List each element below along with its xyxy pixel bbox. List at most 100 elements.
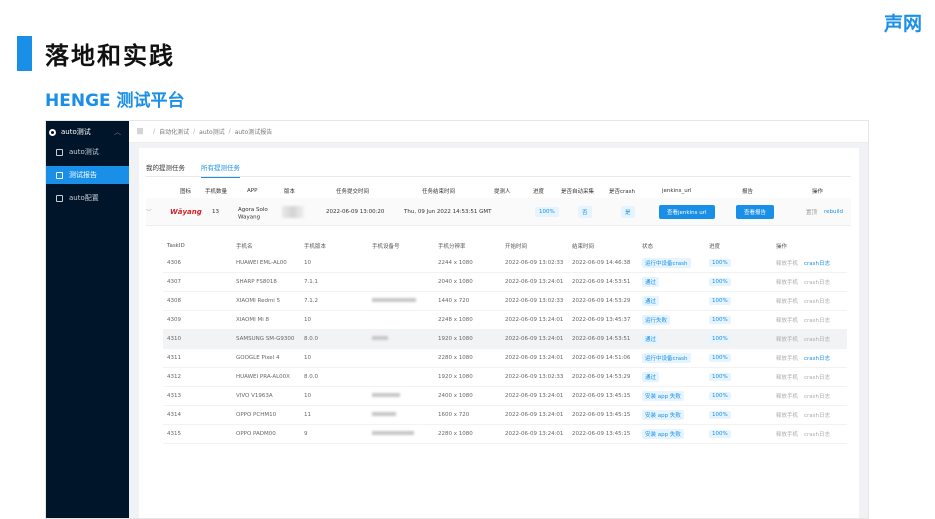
release-phone-link[interactable]: 释放手机: [776, 430, 798, 438]
release-phone-link[interactable]: 释放手机: [776, 316, 798, 324]
cell-id: 4315: [167, 431, 181, 437]
app-screenshot: auto测试 ︿ auto测试 测试报告 auto配置 ||| / 自动化测试 …: [45, 120, 869, 519]
cell-ver: 8.0.0: [304, 336, 318, 342]
release-phone-link[interactable]: 释放手机: [776, 373, 798, 381]
cell-start: 2022-06-09 13:02:33: [505, 260, 564, 266]
sidebar-root[interactable]: auto测试 ︿: [46, 121, 129, 143]
device-row[interactable]: 4313 VIVO V1963A 10 2400 x 1080 2022-06-09 1…: [163, 387, 847, 406]
device-table-header: TaskID 手机名 手机版本 手机设备号 手机分辨率 开始时间 结束时间 状态…: [163, 238, 847, 254]
sidebar-item-auto-config[interactable]: auto配置: [46, 189, 129, 207]
device-row[interactable]: 4311 GOOGLE Pixel 4 10 2280 x 1080 2022-06-0…: [163, 349, 847, 368]
release-phone-link[interactable]: 释放手机: [776, 354, 798, 362]
sidebar-item-label: 测试报告: [69, 171, 97, 179]
column-header: 版本: [284, 189, 296, 195]
cell-id: 4310: [167, 336, 181, 342]
device-row[interactable]: 4309 XIAOMI Mi 8 10 2248 x 1080 2022-06-09 1…: [163, 311, 847, 330]
sidebar-item-label: auto测试: [69, 148, 99, 156]
column-header: 提测人: [494, 189, 511, 195]
sidebar-item-auto-test[interactable]: auto测试: [46, 143, 129, 161]
progress-badge: 100%: [535, 206, 559, 217]
crash-log-link[interactable]: crash日志: [804, 297, 830, 305]
column-header: 是否自动采集: [561, 189, 595, 195]
cell-id: 4306: [167, 260, 181, 266]
status-badge: 运行中设备crash: [642, 258, 691, 268]
crash-log-link[interactable]: crash日志: [804, 411, 830, 419]
cell-end: 2022-06-09 13:45:15: [572, 431, 631, 437]
breadcrumb-item[interactable]: auto测试: [199, 127, 225, 136]
crash-log-link[interactable]: crash日志: [804, 354, 830, 362]
cell-ver: 7.1.1: [304, 279, 318, 285]
release-phone-link[interactable]: 释放手机: [776, 335, 798, 343]
cell-end: 2022-06-09 14:53:29: [572, 374, 631, 380]
cell-name: XIAOMI Redmi 5: [236, 298, 281, 304]
progress-badge: 100%: [709, 316, 731, 324]
breadcrumb: ||| / 自动化测试 / auto测试 / auto测试报告: [129, 121, 868, 143]
column-header: 手机数量: [205, 189, 228, 195]
auto-collect-badge: 否: [578, 205, 592, 218]
release-phone-link[interactable]: 释放手机: [776, 297, 798, 305]
cell-start: 2022-06-09 13:24:01: [505, 336, 564, 342]
progress-badge: 100%: [709, 411, 731, 419]
progress-badge: 100%: [709, 335, 731, 343]
crash-log-link[interactable]: crash日志: [804, 278, 830, 286]
cell-ver: 10: [304, 355, 311, 361]
view-report-button[interactable]: 查看报告: [736, 204, 775, 219]
cell-res: 1600 x 720: [438, 412, 470, 418]
column-header: 任务结束时间: [422, 189, 456, 195]
crash-log-link[interactable]: crash日志: [804, 335, 830, 343]
crash-log-link[interactable]: crash日志: [804, 373, 830, 381]
release-phone-link[interactable]: 释放手机: [776, 278, 798, 286]
document-icon: [56, 194, 63, 202]
jenkins-url-button[interactable]: 查看jenkins url: [659, 204, 715, 219]
device-id-redacted: [372, 393, 400, 399]
cell-end: 2022-06-09 14:53:29: [572, 298, 631, 304]
release-phone-link[interactable]: 释放手机: [776, 259, 798, 267]
cell-name: OPPO PCHM10: [236, 412, 277, 418]
device-row[interactable]: 4307 SHARP FS8018 7.1.1 2040 x 1080 2022-06-…: [163, 273, 847, 292]
pin-link[interactable]: 置顶: [806, 208, 817, 216]
cell-ver: 10: [304, 260, 311, 266]
cell-start: 2022-06-09 13:02:33: [505, 374, 564, 380]
device-row[interactable]: 4314 OPPO PCHM10 11 1600 x 720 2022-06-09 13…: [163, 406, 847, 425]
device-id-redacted: [372, 298, 416, 304]
cell-end: 2022-06-09 13:45:15: [572, 412, 631, 418]
task-row[interactable]: ﹀ Wāyang 13 Agora Solo Wayang 2022-06-09…: [146, 198, 851, 226]
expand-chevron-icon[interactable]: ﹀: [146, 208, 152, 216]
cell-id: 4314: [167, 412, 181, 418]
device-row[interactable]: 4312 HUAWEI PRA-AL00X 8.0.0 1920 x 1080 2022…: [163, 368, 847, 387]
release-phone-link[interactable]: 释放手机: [776, 392, 798, 400]
cell-end: 2022-06-09 14:53:51: [572, 279, 631, 285]
task-table-header: 图标 手机数量 APP 版本 任务提交时间 任务结束时间 提测人 进度 是否自动…: [146, 184, 851, 198]
crash-log-link[interactable]: crash日志: [804, 259, 830, 267]
progress-badge: 100%: [709, 259, 731, 267]
crash-log-link[interactable]: crash日志: [804, 392, 830, 400]
cell-start: 2022-06-09 13:02:33: [505, 298, 564, 304]
device-row[interactable]: 4306 HUAWEI EML-AL00 10 2244 x 1080 2022-06-…: [163, 254, 847, 273]
rebuild-link[interactable]: rebuild: [824, 209, 843, 215]
crash-log-link[interactable]: crash日志: [804, 316, 830, 324]
device-row[interactable]: 4315 OPPO PADM00 9 2280 x 1080 2022-06-09 13…: [163, 425, 847, 444]
cell-res: 2248 x 1080: [438, 317, 473, 323]
cell-res: 1920 x 1080: [438, 374, 473, 380]
progress-badge: 100%: [709, 297, 731, 305]
cell-name: GOOGLE Pixel 4: [236, 355, 280, 361]
sidebar-item-test-report[interactable]: 测试报告: [46, 166, 129, 184]
crash-log-link[interactable]: crash日志: [804, 430, 830, 438]
device-row[interactable]: 4308 XIAOMI Redmi 5 7.1.2 1440 x 720 2022-06…: [163, 292, 847, 311]
cell-id: 4311: [167, 355, 181, 361]
cell-res: 2280 x 1080: [438, 431, 473, 437]
menu-toggle-icon[interactable]: |||: [137, 128, 143, 135]
sidebar-item-label: auto配置: [69, 194, 99, 202]
cell-ver: 8.0.0: [304, 374, 318, 380]
breadcrumb-item[interactable]: 自动化测试: [159, 127, 189, 136]
cell-id: 4308: [167, 298, 181, 304]
cell-res: 2244 x 1080: [438, 260, 473, 266]
column-header: jenkins_url: [662, 188, 692, 194]
column-header: 手机分辨率: [438, 244, 466, 250]
cell-res: 2040 x 1080: [438, 279, 473, 285]
app-logo: Wāyang: [170, 207, 202, 216]
device-row[interactable]: 4310 SAMSUNG SM-G9300 8.0.0 1920 x 1080 2022…: [163, 330, 847, 349]
document-icon: [56, 171, 63, 179]
release-phone-link[interactable]: 释放手机: [776, 411, 798, 419]
cell-name: HUAWEI EML-AL00: [236, 260, 287, 266]
